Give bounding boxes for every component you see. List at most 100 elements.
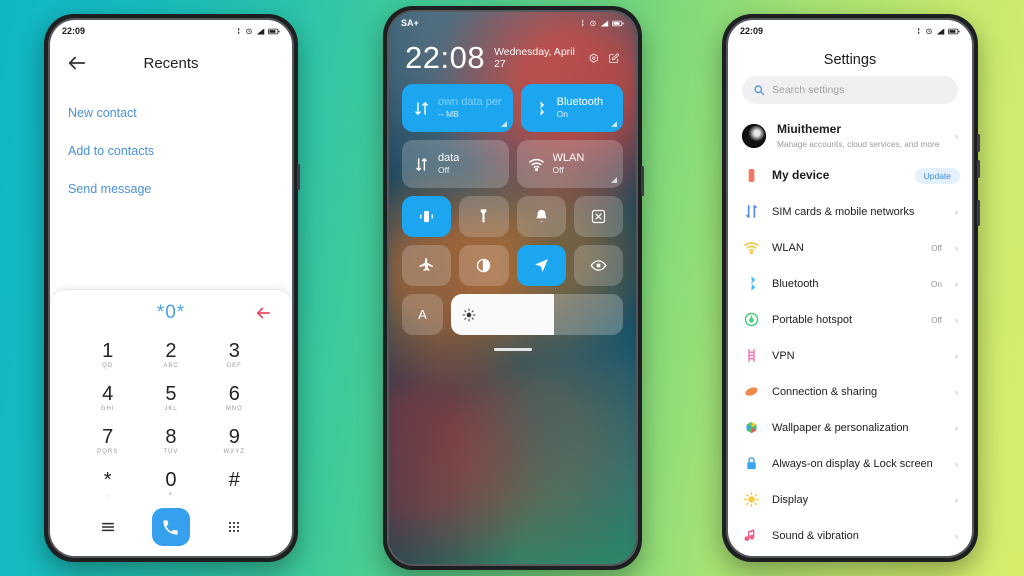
- update-badge[interactable]: Update: [914, 167, 960, 184]
- tile-subtitle: Off: [552, 165, 564, 176]
- phone-middle-control-center: SA+ 22:08 Wednesday, April 27 own data p…: [383, 6, 644, 570]
- tile-ringtone[interactable]: [516, 196, 566, 237]
- key-digit: 1: [102, 340, 114, 362]
- settings-row-wallpaper[interactable]: Wallpaper & personalization ›: [728, 410, 972, 446]
- row-label: My device: [772, 167, 830, 182]
- chevron-right-icon: ›: [955, 206, 958, 217]
- tile-bluetooth[interactable]: Bluetooth On: [520, 84, 623, 132]
- tile-text: data Off: [438, 152, 459, 177]
- tile-screenshot[interactable]: [573, 196, 623, 237]
- hamburger-menu-icon[interactable]: [100, 519, 116, 535]
- action-send-message[interactable]: Send message: [68, 170, 274, 208]
- settings-row-display[interactable]: Display ›: [728, 482, 972, 518]
- tile-mobile-data[interactable]: data Off: [402, 140, 509, 188]
- dial-key-1[interactable]: 1 QD: [76, 334, 139, 375]
- dial-key-9[interactable]: 9 WXYZ: [203, 420, 266, 461]
- settings-row-always-on-display[interactable]: Always-on display & Lock screen ›: [728, 446, 972, 482]
- chevron-right-icon: ›: [955, 350, 958, 361]
- tile-reading-mode[interactable]: [573, 245, 623, 286]
- dial-key-8[interactable]: 8 TUV: [139, 420, 202, 461]
- power-button[interactable]: [641, 166, 644, 196]
- dial-key-hash[interactable]: #: [203, 463, 266, 504]
- chevron-right-icon: ›: [955, 130, 958, 141]
- expand-corner-icon[interactable]: [500, 121, 507, 127]
- key-letters: QD: [102, 363, 114, 369]
- tile-location[interactable]: [516, 245, 566, 286]
- status-icons: [578, 19, 624, 28]
- settings-row-sim-cards[interactable]: SIM cards & mobile networks ›: [728, 194, 972, 230]
- status-bar: 22:09: [728, 20, 972, 42]
- action-new-contact[interactable]: New contact: [68, 94, 274, 132]
- tile-mobile-data-usage[interactable]: own data per -- MB: [402, 84, 513, 132]
- brightness-slider[interactable]: [451, 294, 623, 335]
- settings-row-my-device[interactable]: My device Update: [728, 158, 972, 194]
- clock-date: Wednesday, April 27: [494, 46, 575, 70]
- vpn-icon: [742, 346, 761, 365]
- chevron-right-icon: ›: [955, 314, 958, 325]
- dialpad-sheet: *0* 1 QD 2 ABC 3 DEF 4 GHI 5 JKL 6 MNO 7 PQRS 8…: [50, 289, 292, 556]
- back-arrow-icon[interactable]: [66, 52, 88, 74]
- tile-wlan[interactable]: WLAN Off: [516, 140, 623, 188]
- expand-corner-icon[interactable]: [611, 177, 617, 183]
- action-add-to-contacts[interactable]: Add to contacts: [68, 132, 274, 170]
- dial-key-5[interactable]: 5 JKL: [139, 377, 202, 418]
- dial-key-2[interactable]: 2 ABC: [139, 334, 202, 375]
- status-bar: 22:09: [50, 20, 292, 42]
- alarm-icon: [246, 28, 252, 35]
- tile-subtitle: -- MB: [438, 109, 459, 120]
- backspace-arrow-icon[interactable]: [254, 304, 272, 322]
- tile-text: Bluetooth On: [557, 96, 603, 121]
- dial-key-7[interactable]: 7 PQRS: [76, 420, 139, 461]
- tile-airplane-mode[interactable]: [402, 245, 452, 286]
- expand-corner-icon[interactable]: [611, 121, 617, 127]
- settings-row-vpn[interactable]: VPN ›: [728, 338, 972, 374]
- dialpad-bottom-bar: [50, 504, 292, 546]
- phone-bezel: SA+ 22:08 Wednesday, April 27 own data p…: [387, 10, 644, 566]
- settings-row-portable-hotspot[interactable]: Portable hotspot Off ›: [728, 302, 972, 338]
- tile-title: data: [438, 151, 460, 164]
- settings-row-connection-sharing[interactable]: Connection & sharing ›: [728, 374, 972, 410]
- chevron-right-icon: ›: [955, 386, 958, 397]
- call-button[interactable]: [151, 508, 190, 546]
- row-label: SIM cards & mobile networks: [772, 205, 915, 218]
- home-indicator[interactable]: [493, 348, 532, 351]
- hotspot-icon: [742, 310, 761, 329]
- dial-key-3[interactable]: 3 DEF: [203, 334, 266, 375]
- search-settings-input[interactable]: Search settings: [742, 76, 958, 104]
- key-letters: +: [168, 492, 174, 498]
- tile-subtitle: On: [556, 109, 568, 120]
- settings-row-account[interactable]: Miuithemer Manage accounts, cloud servic…: [728, 114, 972, 158]
- auto-brightness-button[interactable]: A: [402, 294, 443, 335]
- airplane-icon: [419, 258, 433, 271]
- chevron-right-icon: ›: [955, 494, 958, 505]
- settings-row-sound-vibration[interactable]: Sound & vibration ›: [728, 518, 972, 554]
- brightness-row: A: [402, 294, 623, 335]
- row-label: Display: [772, 493, 809, 506]
- settings-row-wlan[interactable]: WLAN Off ›: [728, 230, 972, 266]
- key-letters: DEF: [226, 363, 242, 369]
- tile-title: own data per: [438, 95, 502, 108]
- signal-icon: [600, 20, 609, 26]
- dial-key-0[interactable]: 0 +: [139, 463, 202, 504]
- location-arrow-icon: [534, 259, 548, 272]
- user-avatar[interactable]: [742, 123, 766, 148]
- status-time: 22:09: [740, 26, 764, 36]
- tile-flashlight[interactable]: [459, 196, 509, 237]
- eye-icon: [590, 260, 607, 271]
- power-button[interactable]: [977, 200, 980, 226]
- tile-dark-mode[interactable]: [459, 245, 509, 286]
- music-note-icon: [742, 526, 761, 545]
- power-button[interactable]: [297, 164, 300, 190]
- brightness-fill: [451, 294, 555, 335]
- settings-row-bluetooth[interactable]: Bluetooth On ›: [728, 266, 972, 302]
- volume-up-button[interactable]: [977, 134, 980, 152]
- dial-key-6[interactable]: 6 MNO: [203, 377, 266, 418]
- dial-key-star[interactable]: *,: [76, 463, 139, 504]
- row-text: Miuithemer Manage accounts, cloud servic…: [777, 122, 942, 150]
- edit-pencil-icon[interactable]: [608, 52, 620, 65]
- tile-vibrate[interactable]: [402, 196, 452, 237]
- dial-key-4[interactable]: 4 GHI: [76, 377, 139, 418]
- keypad-grid-icon[interactable]: [226, 519, 242, 535]
- gear-hex-icon[interactable]: [588, 52, 600, 65]
- volume-down-button[interactable]: [977, 160, 980, 178]
